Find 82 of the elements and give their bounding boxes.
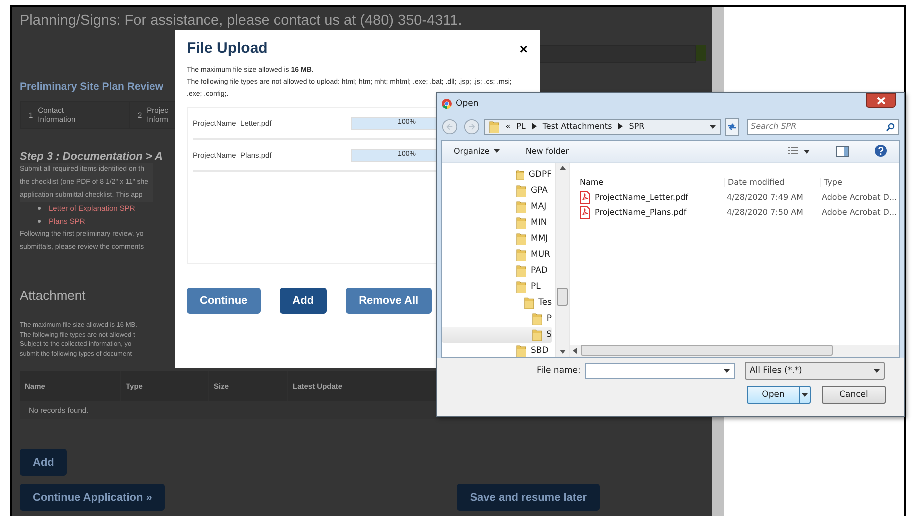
folder-tree-item[interactable]: MAJ (442, 198, 552, 215)
section-title: Preliminary Site Plan Review (20, 81, 164, 93)
continue-application-button[interactable]: Continue Application » (20, 484, 166, 511)
folder-icon (516, 264, 527, 277)
column-header[interactable]: Name (570, 178, 724, 187)
attachment-title: Attachment (20, 288, 86, 303)
search-field[interactable]: Search SPR (747, 118, 899, 135)
close-button[interactable] (866, 93, 896, 108)
folder-tree-item[interactable]: PL (442, 278, 552, 295)
dropdown-icon (802, 392, 808, 398)
folder-icon (516, 344, 527, 357)
type-cell-text: Adobe Acrobat D... (821, 208, 898, 217)
caret-icon (494, 148, 500, 154)
step-heading: Step 3 : Documentation > A (20, 151, 163, 163)
folder-icon (488, 120, 500, 133)
dialog-button[interactable]: Add (280, 288, 328, 314)
search-icon (886, 122, 895, 132)
contact-text: Planning/Signs: For assistance, please contact us at (480) 350-4311. (20, 13, 462, 29)
column-header[interactable]: Type (820, 178, 899, 187)
view-icon[interactable] (788, 146, 810, 156)
bullet-icon (38, 220, 41, 223)
scroll-up-icon[interactable] (560, 166, 566, 170)
field-button[interactable] (696, 45, 706, 61)
dialog-title: Open (456, 98, 480, 109)
dropdown-icon (874, 368, 880, 374)
folder-icon (516, 248, 527, 261)
close-button[interactable]: × (520, 40, 528, 56)
scroll-thumb[interactable] (557, 288, 568, 306)
pdf-icon (580, 206, 591, 219)
folder-tree-item[interactable]: PAD (442, 262, 552, 279)
folder-tree-item[interactable]: P (442, 310, 552, 327)
refresh-button[interactable] (724, 118, 739, 136)
dropdown-icon (724, 368, 730, 374)
scrollbar[interactable] (570, 344, 899, 357)
add-button[interactable]: Add (20, 449, 68, 476)
folder-icon (516, 280, 527, 293)
pdf-icon (580, 190, 591, 204)
dialog-title: File Upload (187, 40, 268, 57)
file-item[interactable]: ProjectName_Letter.pdf (570, 190, 724, 204)
dialog-button[interactable]: Continue (187, 288, 261, 314)
folder-icon (516, 232, 527, 245)
folder-icon (516, 200, 527, 213)
address-bar[interactable]: « PL Test Attachments SPR (484, 118, 721, 135)
scroll-left-icon[interactable] (573, 348, 577, 354)
organize-menu[interactable]: Organize (454, 146, 500, 156)
close-icon (876, 96, 886, 105)
folder-icon (516, 168, 525, 181)
browser-icon (442, 98, 452, 109)
chevron-icon (618, 123, 624, 130)
file-name-field[interactable] (584, 362, 735, 379)
scroll-down-icon[interactable] (560, 350, 566, 354)
folder-tree-item[interactable]: GDPF (442, 166, 552, 183)
folder-tree-item[interactable]: MUR (442, 246, 552, 263)
file-item[interactable]: ProjectName_Plans.pdf (570, 206, 724, 219)
folder-icon (524, 296, 535, 309)
dropdown-icon (710, 124, 716, 130)
open-button[interactable]: Open (747, 386, 811, 404)
folder-tree-item[interactable]: MMJ (442, 230, 552, 247)
folder-tree-item[interactable]: S (442, 326, 552, 343)
folder-tree-item[interactable]: MIN (442, 214, 552, 231)
help-icon[interactable] (875, 145, 887, 158)
folder-icon (532, 328, 543, 341)
refresh-icon (726, 122, 737, 132)
folder-icon (516, 216, 527, 229)
preview-pane-icon[interactable] (836, 146, 849, 157)
scrollbar[interactable] (555, 162, 569, 357)
new-folder-button[interactable]: New folder (526, 146, 570, 156)
file-type-dropdown[interactable]: All Files (*.*) (744, 362, 885, 380)
type-cell-text: Adobe Acrobat D... (821, 192, 898, 202)
save-button[interactable]: Save and resume later (457, 484, 600, 511)
scroll-thumb[interactable] (581, 345, 833, 356)
folder-tree-item[interactable]: Tes (442, 294, 552, 311)
date-cell-text: 4/28/2020 7:50 AM (726, 208, 804, 217)
bullet-icon (38, 207, 41, 210)
folder-icon (532, 312, 543, 325)
dialog-button[interactable]: Remove All (346, 288, 432, 314)
cancel-button[interactable]: Cancel (822, 386, 886, 404)
chevron-icon (532, 123, 537, 130)
folder-tree-item[interactable]: GPA (442, 182, 552, 199)
folder-icon (516, 184, 527, 197)
date-cell-text: 4/28/2020 7:49 AM (726, 192, 804, 202)
column-header[interactable]: Date modified (724, 178, 820, 187)
